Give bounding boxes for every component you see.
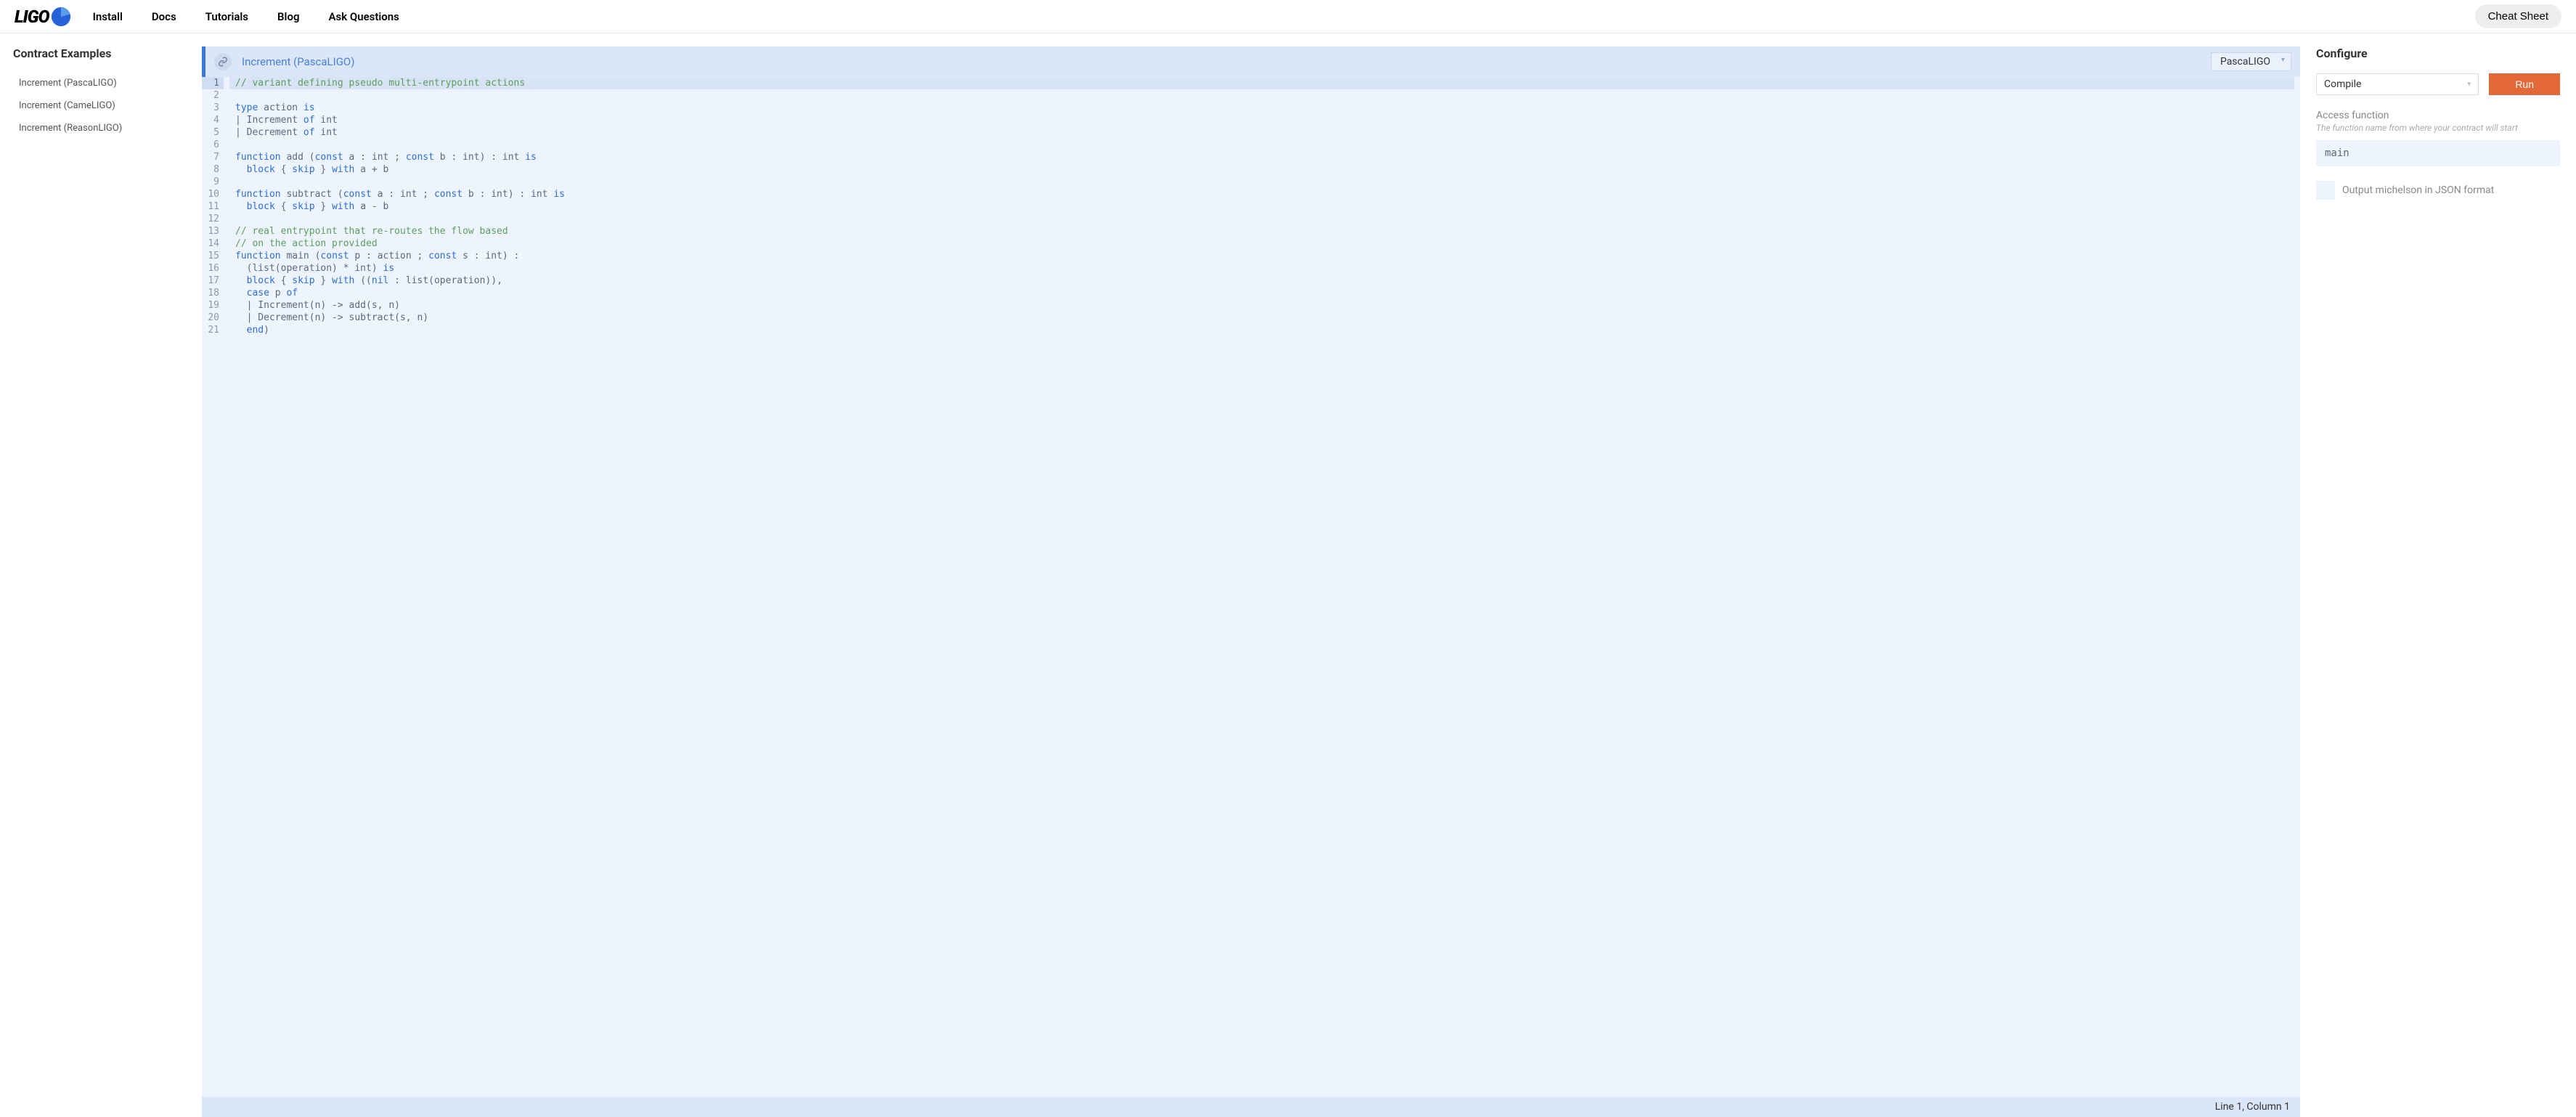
json-output-label: Output michelson in JSON format	[2342, 184, 2494, 196]
nav-blog[interactable]: Blog	[277, 10, 299, 23]
action-select-value: Compile	[2324, 78, 2361, 90]
sidebar-item-reasonligo[interactable]: Increment (ReasonLIGO)	[13, 117, 189, 139]
sidebar: Contract Examples Increment (PascaLIGO) …	[0, 33, 202, 1117]
nav: Install Docs Tutorials Blog Ask Question…	[93, 10, 2475, 23]
language-select-value: PascaLIGO	[2220, 56, 2270, 68]
editor-header: Increment (PascaLIGO) PascaLIGO	[202, 46, 2300, 77]
link-icon	[218, 57, 228, 67]
share-button[interactable]	[214, 53, 232, 70]
access-function-label: Access function	[2316, 110, 2560, 121]
nav-install[interactable]: Install	[93, 10, 123, 23]
logo-text: LIGO	[15, 7, 49, 27]
config-action-row: Compile Run	[2316, 73, 2560, 95]
code-editor[interactable]: 123456789101112131415161718192021 // var…	[202, 77, 2300, 1097]
sidebar-item-pascaligo[interactable]: Increment (PascaLIGO)	[13, 72, 189, 94]
nav-docs[interactable]: Docs	[152, 10, 176, 23]
action-select[interactable]: Compile	[2316, 73, 2479, 95]
nav-ask[interactable]: Ask Questions	[328, 10, 399, 23]
configure-title: Configure	[2316, 46, 2560, 60]
json-output-checkbox[interactable]	[2316, 181, 2335, 200]
nav-tutorials[interactable]: Tutorials	[205, 10, 248, 23]
editor-panel: Increment (PascaLIGO) PascaLIGO 12345678…	[202, 33, 2300, 1117]
configure-panel: Configure Compile Run Access function Th…	[2300, 33, 2576, 1117]
language-select[interactable]: PascaLIGO	[2211, 52, 2291, 71]
run-button[interactable]: Run	[2489, 73, 2560, 95]
json-output-row: Output michelson in JSON format	[2316, 181, 2560, 200]
main-layout: Contract Examples Increment (PascaLIGO) …	[0, 33, 2576, 1117]
editor-title: Increment (PascaLIGO)	[242, 55, 2201, 68]
code-content[interactable]: // variant defining pseudo multi-entrypo…	[229, 77, 2300, 1097]
logo[interactable]: LIGO	[15, 7, 71, 27]
access-function-input[interactable]	[2316, 140, 2560, 166]
cheat-sheet-button[interactable]: Cheat Sheet	[2475, 4, 2561, 28]
sidebar-item-cameligo[interactable]: Increment (CameLIGO)	[13, 94, 189, 117]
logo-icon	[51, 7, 71, 27]
line-gutter: 123456789101112131415161718192021	[202, 77, 229, 1097]
access-function-hint: The function name from where your contra…	[2316, 123, 2560, 133]
status-bar: Line 1, Column 1	[202, 1097, 2300, 1117]
header: LIGO Install Docs Tutorials Blog Ask Que…	[0, 0, 2576, 33]
sidebar-title: Contract Examples	[13, 46, 189, 60]
